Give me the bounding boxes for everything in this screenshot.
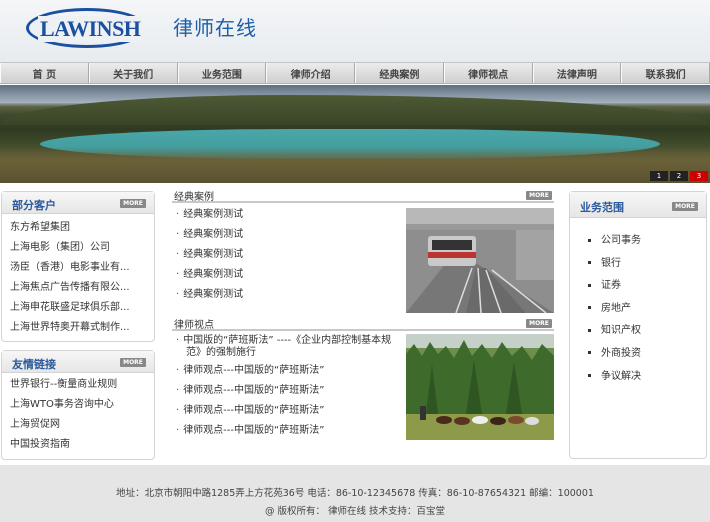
cases-title: 经典案例 — [174, 192, 214, 203]
clients-more-button[interactable]: MORE — [120, 199, 146, 208]
bullet-icon — [588, 328, 591, 332]
service-item[interactable]: 争议解决 — [570, 366, 706, 389]
bullet-icon — [588, 238, 591, 242]
case-item-label: 经典案例测试 — [183, 289, 244, 300]
footer-copyright: @ 版权所有： 律师在线 技术支持：百宝堂 — [264, 506, 446, 517]
nav-home[interactable]: 首 页 — [0, 63, 89, 83]
banner-shore — [0, 147, 710, 183]
logo[interactable]: LAWINSH — [26, 8, 148, 48]
banner-page-1[interactable]: 1 — [650, 171, 668, 181]
bullet-icon — [588, 306, 591, 310]
service-item-label: 争议解决 — [601, 370, 641, 382]
clients-header: 部分客户 MORE — [2, 192, 154, 214]
banner-pager: 1 2 3 — [650, 171, 708, 181]
services-title: 业务范围 — [580, 201, 624, 214]
view-item-label: 中国版的“萨班斯法” ----《企业内部控制基本规范》的强制施行 — [183, 335, 392, 358]
service-item[interactable]: 公司事务 — [570, 230, 706, 253]
links-header: 友情链接 MORE — [2, 351, 154, 373]
cases-header: 经典案例 MORE — [172, 188, 554, 203]
service-item-label: 知识产权 — [601, 325, 641, 337]
bullet-icon — [588, 261, 591, 265]
site-footer: 地址：北京市朝阳中路1285弄上方花苑36号 电话：86-10-12345678… — [0, 465, 710, 522]
client-item[interactable]: 东方希望集团 — [2, 218, 154, 238]
nav-cases[interactable]: 经典案例 — [355, 63, 444, 83]
service-item[interactable]: 知识产权 — [570, 320, 706, 343]
views-header: 律师视点 MORE — [172, 316, 554, 331]
links-box: 友情链接 MORE 世界银行--衡量商业规则 上海WTO事务咨询中心 上海贸促网… — [1, 350, 155, 460]
service-item[interactable]: 外商投资 — [570, 343, 706, 366]
view-item-label: 律师观点---中国版的“萨班斯法” — [183, 405, 325, 416]
client-item[interactable]: 上海申花联盛足球俱乐部... — [2, 298, 154, 318]
nav-views[interactable]: 律师视点 — [443, 63, 533, 83]
client-item[interactable]: 上海焦点广告传播有限公... — [2, 278, 154, 298]
nav-services[interactable]: 业务范围 — [177, 63, 267, 83]
case-item-label: 经典案例测试 — [183, 209, 244, 220]
service-item[interactable]: 房地产 — [570, 298, 706, 321]
cases-more-button[interactable]: MORE — [526, 191, 552, 200]
services-more-button[interactable]: MORE — [672, 202, 698, 211]
view-item-label: 律师观点---中国版的“萨班斯法” — [183, 365, 325, 376]
nav-legal[interactable]: 法律声明 — [532, 63, 622, 83]
service-item[interactable]: 证券 — [570, 275, 706, 298]
case-item-label: 经典案例测试 — [183, 269, 244, 280]
link-item[interactable]: 上海贸促网 — [2, 415, 154, 435]
service-item-label: 银行 — [601, 257, 621, 269]
banner-page-2[interactable]: 2 — [670, 171, 688, 181]
nav-about[interactable]: 关于我们 — [88, 63, 178, 83]
service-item-label: 证券 — [601, 280, 621, 292]
view-item[interactable]: · 中国版的“萨班斯法” ----《企业内部控制基本规范》的强制施行 — [172, 333, 392, 361]
bullet-icon — [588, 374, 591, 378]
services-header: 业务范围 MORE — [570, 192, 706, 218]
client-item[interactable]: 上海电影（集团）公司 — [2, 238, 154, 258]
link-item[interactable]: 上海WTO事务咨询中心 — [2, 395, 154, 415]
service-item[interactable]: 银行 — [570, 253, 706, 276]
links-more-button[interactable]: MORE — [120, 358, 146, 367]
case-item-label: 经典案例测试 — [183, 229, 244, 240]
links-title: 友情链接 — [12, 358, 56, 371]
link-item[interactable]: 世界银行--衡量商业规则 — [2, 375, 154, 395]
views-photo-cattle[interactable] — [406, 334, 554, 440]
link-item[interactable]: 中国投资指南 — [2, 435, 154, 455]
footer-address: 地址：北京市朝阳中路1285弄上方花苑36号 电话：86-10-12345678… — [116, 488, 594, 499]
case-item-label: 经典案例测试 — [183, 249, 244, 260]
service-item-label: 外商投资 — [601, 347, 641, 359]
services-box: 业务范围 MORE 公司事务 银行 证券 房地产 知识产权 外商投资 争议解决 — [569, 191, 707, 459]
banner-page-3[interactable]: 3 — [690, 171, 708, 181]
logo-text: LAWINSH — [38, 16, 143, 42]
nav-contact[interactable]: 联系我们 — [621, 63, 710, 83]
cattle-illustration — [406, 334, 554, 440]
bullet-icon — [588, 283, 591, 287]
client-item[interactable]: 汤臣（香港）电影事业有... — [2, 258, 154, 278]
service-item-label: 公司事务 — [601, 235, 641, 246]
views-more-button[interactable]: MORE — [526, 319, 552, 328]
cases-photo-train[interactable] — [406, 208, 554, 313]
service-item-label: 房地产 — [601, 302, 631, 314]
banner-image: 1 2 3 — [0, 85, 710, 183]
bullet-icon — [588, 351, 591, 355]
train-illustration — [406, 208, 554, 313]
views-title: 律师视点 — [174, 320, 214, 331]
view-item-label: 律师观点---中国版的“萨班斯法” — [183, 425, 325, 436]
main-nav: 首 页 关于我们 业务范围 律师介绍 经典案例 律师视点 法律声明 联系我们 — [0, 62, 710, 84]
site-header: LAWINSH 律师在线 — [0, 0, 710, 62]
clients-box: 部分客户 MORE 东方希望集团 上海电影（集团）公司 汤臣（香港）电影事业有.… — [1, 191, 155, 342]
clients-title: 部分客户 — [12, 199, 56, 212]
nav-lawyers[interactable]: 律师介绍 — [266, 63, 355, 83]
site-name: 律师在线 — [173, 16, 257, 40]
view-item-label: 律师观点---中国版的“萨班斯法” — [183, 385, 325, 396]
client-item[interactable]: 上海世界特奥开幕式制作... — [2, 318, 154, 338]
